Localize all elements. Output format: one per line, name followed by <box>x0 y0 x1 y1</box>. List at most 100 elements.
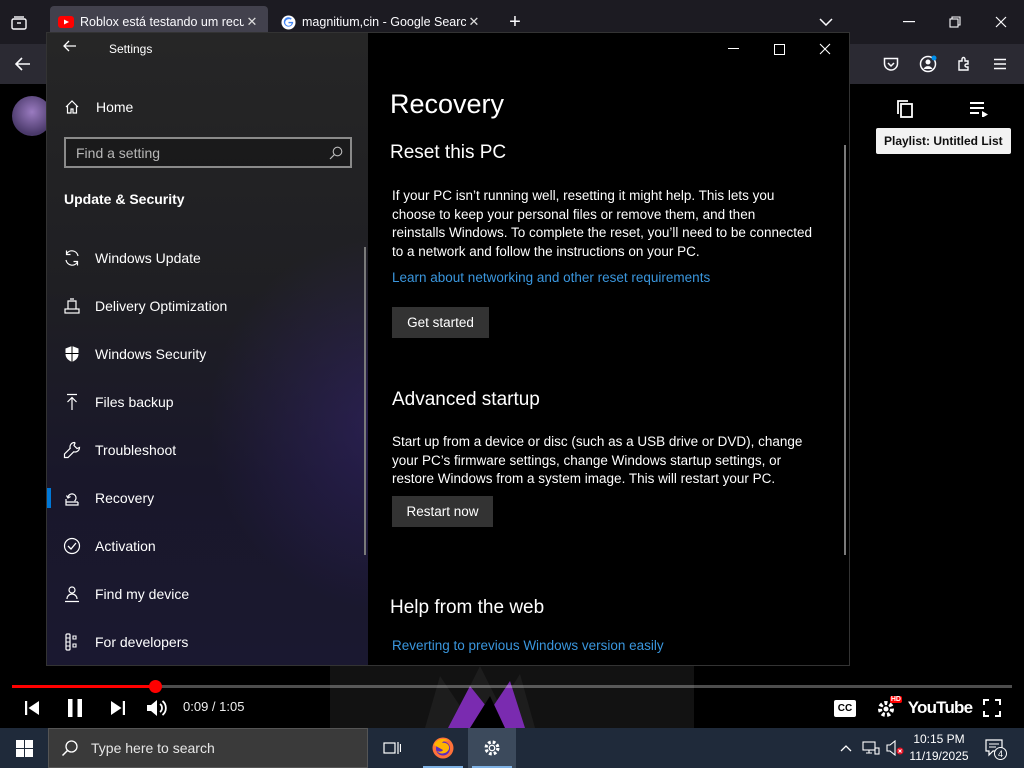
settings-window-title: Settings <box>109 42 153 56</box>
next-icon[interactable] <box>106 694 130 722</box>
person-pin-icon <box>63 585 81 603</box>
taskbar-search-box[interactable]: Type here to search <box>48 728 368 768</box>
backup-arrow-icon <box>63 393 81 411</box>
maximize-icon[interactable] <box>764 39 794 59</box>
copy-icon[interactable] <box>893 97 917 121</box>
list-all-tabs-icon[interactable] <box>815 12 837 32</box>
minimize-icon[interactable] <box>718 39 748 59</box>
sidebar-item-label: Windows Update <box>95 250 201 266</box>
settings-title-bar: Settings <box>47 33 368 65</box>
tab-close-icon[interactable]: ✕ <box>244 14 260 30</box>
time-display: 0:09 / 1:05 <box>183 699 245 714</box>
pocket-icon[interactable] <box>880 54 902 74</box>
progress-played <box>12 685 155 688</box>
channel-avatar[interactable] <box>12 96 52 136</box>
sidebar-item-recovery[interactable]: Recovery <box>47 476 368 520</box>
extensions-icon[interactable] <box>953 54 975 74</box>
revert-windows-link[interactable]: Reverting to previous Windows version ea… <box>392 638 664 653</box>
advanced-startup-heading: Advanced startup <box>392 389 540 410</box>
section-title: Update & Security <box>64 191 185 207</box>
search-icon <box>61 739 79 757</box>
settings-back-icon[interactable] <box>63 39 77 57</box>
sidebar-item-label: Activation <box>95 538 156 554</box>
volume-muted-icon[interactable] <box>884 728 906 768</box>
browser-restore-icon[interactable] <box>944 12 966 32</box>
sidebar-item-windows-security[interactable]: Windows Security <box>47 332 368 376</box>
sidebar-item-label: Find my device <box>95 586 190 602</box>
google-icon <box>280 14 296 30</box>
new-tab-button[interactable]: + <box>504 10 526 34</box>
hd-badge: HD <box>889 696 902 703</box>
sidebar-item-label: Recovery <box>95 490 155 506</box>
help-heading: Help from the web <box>390 597 545 618</box>
taskbar-search-placeholder: Type here to search <box>91 740 215 756</box>
sidebar-item-troubleshoot[interactable]: Troubleshoot <box>47 428 368 472</box>
home-icon <box>63 98 81 116</box>
tab-title: magnitium,cin - Google Search <box>302 15 466 29</box>
developer-icon <box>63 633 81 651</box>
settings-content: Recovery Reset this PC If your PC isn’t … <box>368 33 849 665</box>
previous-icon[interactable] <box>20 694 44 722</box>
sync-icon <box>63 249 81 267</box>
search-icon <box>327 144 345 162</box>
browser-close-icon[interactable] <box>990 12 1012 32</box>
sidebar-item-label: Files backup <box>95 394 174 410</box>
page-title: Recovery <box>390 89 505 119</box>
delivery-icon <box>63 297 81 315</box>
sidebar-item-label: Delivery Optimization <box>95 298 228 314</box>
task-view-icon[interactable] <box>368 728 416 768</box>
cc-label: CC <box>834 699 856 717</box>
sidebar-item-delivery-optimization[interactable]: Delivery Optimization <box>47 284 368 328</box>
get-started-button[interactable]: Get started <box>392 307 489 338</box>
sidebar-item-home[interactable]: Home <box>63 95 133 119</box>
wrench-icon <box>63 441 81 459</box>
recovery-icon <box>63 489 81 507</box>
volume-icon[interactable] <box>144 694 170 722</box>
closed-captions-icon[interactable]: CC <box>832 694 858 722</box>
youtube-icon <box>58 14 74 30</box>
sidebar-item-files-backup[interactable]: Files backup <box>47 380 368 424</box>
settings-gear-icon[interactable]: HD <box>872 694 902 722</box>
reset-heading: Reset this PC <box>390 142 507 163</box>
playlist-icon[interactable] <box>967 97 991 121</box>
account-icon[interactable] <box>917 54 939 74</box>
tab-overview-icon[interactable] <box>8 12 30 32</box>
reset-description: If your PC isn’t running well, resetting… <box>392 188 812 259</box>
browser-minimize-icon[interactable] <box>898 12 920 32</box>
back-arrow-icon[interactable] <box>12 54 34 74</box>
check-circle-icon <box>63 537 81 555</box>
sidebar-item-label: Windows Security <box>95 346 207 362</box>
sidebar-item-label: For developers <box>95 634 189 650</box>
close-icon[interactable] <box>810 39 840 59</box>
video-frame <box>330 666 694 728</box>
youtube-logo[interactable]: YouTube <box>908 694 973 722</box>
clock-date: 11/19/2025 <box>909 749 969 763</box>
sidebar-item-find-my-device[interactable]: Find my device <box>47 572 368 616</box>
restart-now-button[interactable]: Restart now <box>392 496 493 527</box>
tab-close-icon[interactable]: ✕ <box>466 14 482 30</box>
show-hidden-icons-chevron-icon[interactable] <box>834 728 858 768</box>
hamburger-menu-icon[interactable] <box>989 54 1011 74</box>
reset-requirements-link[interactable]: Learn about networking and other reset r… <box>392 270 710 285</box>
windows-start-icon[interactable] <box>0 728 48 768</box>
settings-window: Settings Home Find a setting Update & Se… <box>47 33 849 665</box>
sidebar-item-windows-update[interactable]: Windows Update <box>47 236 368 280</box>
sidebar-scrollbar[interactable] <box>364 247 366 555</box>
fullscreen-icon[interactable] <box>980 694 1004 722</box>
advanced-startup-description: Start up from a device or disc (such as … <box>392 434 803 486</box>
sidebar-item-for-developers[interactable]: For developers <box>47 620 368 664</box>
playlist-tooltip: Playlist: Untitled List <box>876 128 1011 154</box>
find-setting-search-input[interactable]: Find a setting <box>64 137 352 168</box>
taskbar-clock[interactable]: 10:15 PM 11/19/2025 <box>904 731 974 765</box>
settings-app-icon[interactable] <box>468 728 516 768</box>
content-scrollbar[interactable] <box>844 145 846 555</box>
sidebar-item-activation[interactable]: Activation <box>47 524 368 568</box>
pause-icon[interactable] <box>62 694 88 722</box>
progress-scrubber[interactable] <box>149 680 162 693</box>
network-icon[interactable] <box>858 728 884 768</box>
notification-center-icon[interactable]: 4 <box>980 728 1010 768</box>
clock-time: 10:15 PM <box>913 732 965 746</box>
firefox-icon[interactable] <box>419 728 467 768</box>
video-progress-bar[interactable] <box>12 680 1012 693</box>
selection-indicator <box>47 488 51 508</box>
